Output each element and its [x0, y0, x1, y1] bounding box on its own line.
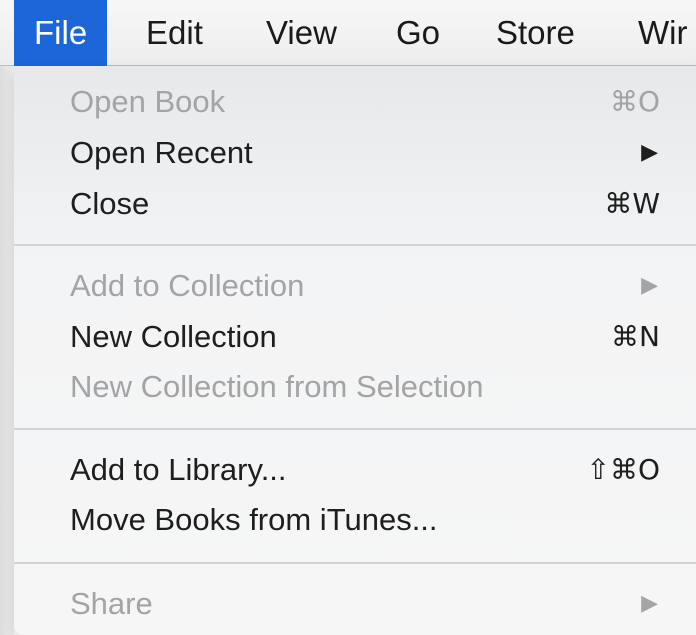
- menubar-file[interactable]: File: [14, 0, 108, 66]
- menu-item-move-books-from-itunes[interactable]: Move Books from iTunes...: [14, 495, 696, 545]
- menu-separator: [14, 428, 696, 430]
- menu-item-label: Add to Library...: [70, 452, 287, 487]
- menubar-edit[interactable]: Edit: [146, 0, 203, 66]
- shortcut-label: ⇧⌘O: [586, 453, 661, 486]
- menu-bar: File Edit View Go Store Wir: [0, 0, 696, 66]
- submenu-arrow-icon: ▶: [641, 140, 658, 165]
- menu-item-label: Share: [70, 586, 153, 621]
- menu-item-open-book: Open Book ⌘O: [14, 77, 696, 127]
- menu-item-label: Open Recent: [70, 135, 253, 170]
- menu-item-add-to-library[interactable]: Add to Library... ⇧⌘O: [14, 445, 696, 495]
- menu-item-share: Share ▶: [14, 579, 696, 629]
- shortcut-label: ⌘O: [609, 85, 660, 118]
- menu-item-label: New Collection: [70, 319, 277, 354]
- menu-item-add-to-collection: Add to Collection ▶: [14, 261, 696, 311]
- menu-separator: [14, 562, 696, 564]
- shortcut-label: ⌘N: [611, 320, 660, 353]
- menu-item-new-collection[interactable]: New Collection ⌘N: [14, 312, 696, 362]
- window-edge: [0, 0, 14, 635]
- menu-item-close[interactable]: Close ⌘W: [14, 179, 696, 229]
- submenu-arrow-icon: ▶: [641, 591, 658, 616]
- menu-item-open-recent[interactable]: Open Recent ▶: [14, 128, 696, 178]
- shortcut-label: ⌘W: [604, 187, 660, 220]
- menu-item-label: Add to Collection: [70, 268, 305, 303]
- menu-separator: [14, 244, 696, 246]
- menu-item-label: New Collection from Selection: [70, 369, 484, 404]
- screen: File Edit View Go Store Wir Open Book ⌘O…: [0, 0, 696, 635]
- file-menu-dropdown: Open Book ⌘O Open Recent ▶ Close ⌘W Add …: [14, 66, 696, 635]
- menubar-window[interactable]: Wir: [638, 0, 687, 66]
- menubar-go[interactable]: Go: [396, 0, 440, 66]
- menu-item-label: Move Books from iTunes...: [70, 502, 438, 537]
- menubar-view[interactable]: View: [266, 0, 337, 66]
- menu-item-label: Close: [70, 186, 150, 221]
- menu-item-label: Open Book: [70, 84, 226, 119]
- submenu-arrow-icon: ▶: [641, 273, 658, 298]
- menubar-store[interactable]: Store: [496, 0, 575, 66]
- menu-item-new-collection-from-selection: New Collection from Selection: [14, 362, 696, 412]
